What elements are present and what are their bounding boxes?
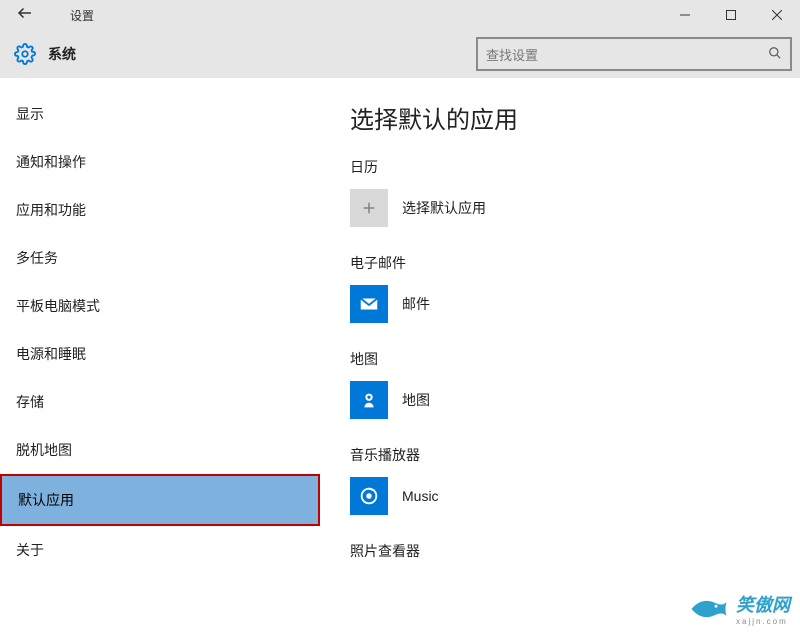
titlebar-left: 设置 xyxy=(0,4,94,27)
gear-icon xyxy=(14,43,36,65)
section-heading: 选择默认的应用 xyxy=(350,100,800,135)
default-app-maps[interactable]: 地图 xyxy=(350,381,800,419)
category-maps-label: 地图 xyxy=(350,349,800,369)
search-input[interactable]: 查找设置 xyxy=(476,37,792,71)
category-calendar-label: 日历 xyxy=(350,157,800,177)
category-email-label: 电子邮件 xyxy=(350,253,800,273)
page-title: 系统 xyxy=(48,44,76,64)
sidebar-item-label: 平板电脑模式 xyxy=(16,298,100,314)
body: 显示 通知和操作 应用和功能 多任务 平板电脑模式 电源和睡眠 存储 脱机地图 … xyxy=(0,78,800,632)
category-music-label: 音乐播放器 xyxy=(350,445,800,465)
window-controls xyxy=(662,0,800,30)
maps-icon xyxy=(350,381,388,419)
sidebar-item-label: 应用和功能 xyxy=(16,202,86,218)
default-app-music[interactable]: Music xyxy=(350,477,800,515)
back-icon[interactable] xyxy=(10,4,40,27)
sidebar-item-notifications[interactable]: 通知和操作 xyxy=(0,138,320,186)
music-icon xyxy=(350,477,388,515)
app-label: Music xyxy=(402,488,439,504)
sidebar: 显示 通知和操作 应用和功能 多任务 平板电脑模式 电源和睡眠 存储 脱机地图 … xyxy=(0,78,320,632)
search-icon xyxy=(768,46,782,63)
sidebar-item-apps-features[interactable]: 应用和功能 xyxy=(0,186,320,234)
sidebar-item-about[interactable]: 关于 xyxy=(0,526,320,574)
search-placeholder: 查找设置 xyxy=(486,45,538,64)
watermark-text: 笑傲网 xajjn.com xyxy=(736,591,790,626)
sidebar-item-label: 存储 xyxy=(16,394,44,410)
fish-icon xyxy=(688,595,730,623)
window-title: 设置 xyxy=(70,7,94,24)
main-content: 选择默认的应用 日历 选择默认应用 电子邮件 邮件 地图 地图 音乐播放器 Mu… xyxy=(320,78,800,632)
sidebar-item-label: 电源和睡眠 xyxy=(16,346,86,362)
sidebar-item-label: 默认应用 xyxy=(18,492,74,508)
default-app-email[interactable]: 邮件 xyxy=(350,285,800,323)
header: 系统 查找设置 xyxy=(0,30,800,78)
settings-window: 设置 系统 查找设置 显示 通知和操作 应用和功能 多任务 平板电脑模式 xyxy=(0,0,800,632)
app-label: 地图 xyxy=(402,390,430,410)
sidebar-item-label: 通知和操作 xyxy=(16,154,86,170)
sidebar-item-default-apps[interactable]: 默认应用 xyxy=(0,474,320,526)
watermark-sub: xajjn.com xyxy=(736,617,790,626)
default-app-calendar[interactable]: 选择默认应用 xyxy=(350,189,800,227)
titlebar: 设置 xyxy=(0,0,800,30)
sidebar-item-storage[interactable]: 存储 xyxy=(0,378,320,426)
header-left: 系统 xyxy=(14,43,76,65)
sidebar-item-display[interactable]: 显示 xyxy=(0,90,320,138)
sidebar-item-offline-maps[interactable]: 脱机地图 xyxy=(0,426,320,474)
plus-icon xyxy=(350,189,388,227)
close-button[interactable] xyxy=(754,0,800,30)
sidebar-item-label: 多任务 xyxy=(16,250,58,266)
minimize-button[interactable] xyxy=(662,0,708,30)
app-label: 选择默认应用 xyxy=(402,198,486,218)
app-label: 邮件 xyxy=(402,294,430,314)
sidebar-item-tablet-mode[interactable]: 平板电脑模式 xyxy=(0,282,320,330)
mail-icon xyxy=(350,285,388,323)
sidebar-item-label: 关于 xyxy=(16,542,44,558)
category-photos-label: 照片查看器 xyxy=(350,541,800,561)
sidebar-item-label: 显示 xyxy=(16,106,44,122)
sidebar-item-power-sleep[interactable]: 电源和睡眠 xyxy=(0,330,320,378)
sidebar-item-label: 脱机地图 xyxy=(16,442,72,458)
sidebar-item-multitasking[interactable]: 多任务 xyxy=(0,234,320,282)
watermark: 笑傲网 xajjn.com xyxy=(688,591,790,626)
maximize-button[interactable] xyxy=(708,0,754,30)
